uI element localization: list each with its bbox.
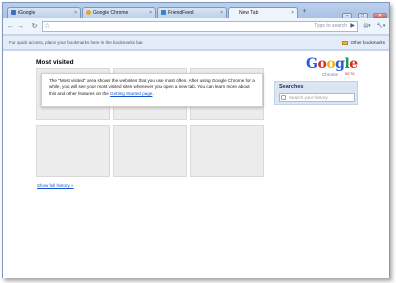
- searches-heading: Searches: [279, 84, 304, 90]
- tab-label: FriendFeed: [168, 10, 194, 16]
- most-visited-thumbnail[interactable]: [113, 125, 187, 177]
- history-search-input[interactable]: Search your history: [279, 93, 355, 102]
- most-visited-thumbnail[interactable]: [36, 125, 110, 177]
- other-bookmarks-label: Other bookmarks: [350, 40, 385, 45]
- google-favicon-icon: [11, 10, 16, 15]
- history-search-placeholder: Search your history: [289, 95, 328, 100]
- reload-button[interactable]: ↻: [30, 22, 39, 31]
- most-visited-notice: The "Most visited" area shows the websit…: [41, 73, 263, 107]
- browser-window: iGoogle × Google Chrome × FriendFeed × N…: [2, 2, 390, 278]
- navigation-toolbar: ← → ↻ ☆ Type to search ▶ ▤▾ 🔧▾: [3, 18, 389, 35]
- getting-started-link[interactable]: Getting Started page: [110, 91, 152, 96]
- other-bookmarks-button[interactable]: Other bookmarks: [342, 36, 385, 50]
- google-chrome-logo: Google Chrome BETA: [306, 57, 366, 79]
- close-tab-icon[interactable]: ×: [291, 8, 294, 18]
- forward-button[interactable]: →: [16, 22, 25, 31]
- most-visited-thumbnail[interactable]: [190, 125, 264, 177]
- friendfeed-favicon-icon: [161, 10, 166, 15]
- search-icon: [281, 95, 286, 100]
- window-controls: – □ ✕: [341, 4, 387, 20]
- go-button[interactable]: ▶: [350, 23, 355, 30]
- logo-beta-badge: BETA: [345, 72, 355, 76]
- omnibox[interactable]: ☆ Type to search ▶: [42, 21, 358, 32]
- bookmarks-bar: For quick access, place your bookmarks h…: [3, 36, 389, 50]
- close-tab-icon[interactable]: ×: [74, 8, 77, 18]
- new-tab-page: Most visited The "Most visited" area sho…: [3, 51, 389, 278]
- tab-strip: iGoogle × Google Chrome × FriendFeed × N…: [3, 3, 389, 20]
- chrome-favicon-icon: [86, 10, 91, 15]
- tab-label: iGoogle: [18, 10, 36, 16]
- tab-igoogle[interactable]: iGoogle ×: [7, 7, 81, 18]
- bookmarks-bar-hint: For quick access, place your bookmarks h…: [9, 40, 144, 45]
- tab-friendfeed[interactable]: FriendFeed ×: [157, 7, 227, 18]
- tab-label: Google Chrome: [93, 10, 129, 16]
- tab-label: New Tab: [239, 10, 259, 16]
- close-tab-icon[interactable]: ×: [220, 8, 223, 18]
- back-button[interactable]: ←: [6, 22, 15, 31]
- searches-panel: Searches Search your history: [274, 81, 358, 105]
- tools-menu-button[interactable]: 🔧▾: [375, 22, 387, 31]
- show-full-history-link[interactable]: Show full history »: [37, 183, 74, 188]
- folder-icon: [342, 40, 349, 45]
- notice-end: .: [152, 90, 154, 96]
- logo-wordmark: Google: [306, 56, 358, 72]
- new-tab-button[interactable]: +: [300, 8, 309, 16]
- bookmark-star-icon[interactable]: ☆: [44, 22, 50, 31]
- page-menu-button[interactable]: ▤▾: [361, 22, 373, 31]
- most-visited-heading: Most visited: [36, 59, 74, 66]
- logo-subtitle: Chrome: [322, 72, 339, 77]
- omnibox-placeholder: Type to search: [314, 23, 347, 29]
- tab-google-chrome[interactable]: Google Chrome ×: [82, 7, 156, 18]
- close-tab-icon[interactable]: ×: [149, 8, 152, 18]
